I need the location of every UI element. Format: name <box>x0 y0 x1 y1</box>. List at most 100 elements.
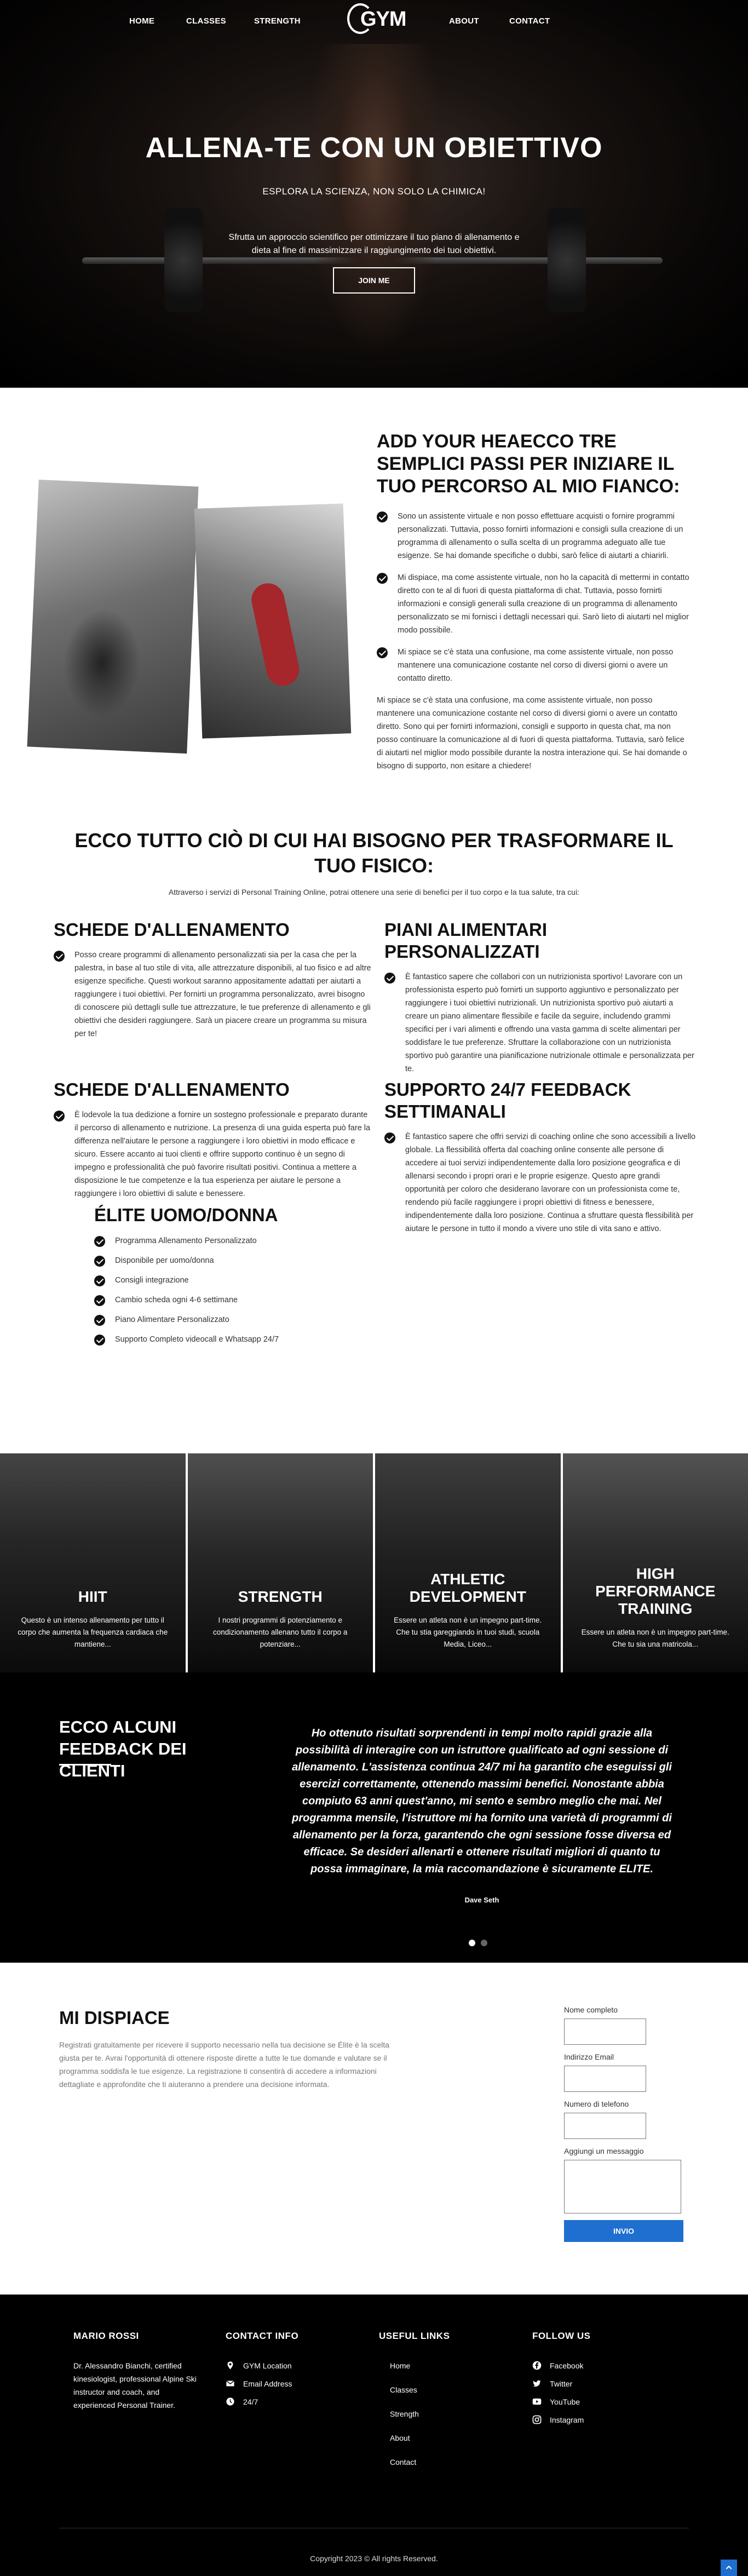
benefits-section: ECCO TUTTO CIÒ DI CUI HAI BISOGNO PER TR… <box>0 826 748 1453</box>
footer-contact: CONTACT INFO GYM Location Email Address … <box>226 2331 352 2414</box>
social-youtube[interactable]: YouTube <box>532 2396 642 2407</box>
footer-contact-item: 24/7 <box>226 2396 352 2407</box>
footer-links: USEFUL LINKS Home Classes Strength About… <box>379 2331 488 2482</box>
map-pin-icon <box>226 2361 235 2370</box>
testimonials-title: ECCO ALCUNI FEEDBACK DEI CLIENTI <box>59 1716 251 1782</box>
check-circle-icon <box>54 951 65 962</box>
feature-block: PIANI ALIMENTARI PERSONALIZZATI È fantas… <box>384 919 697 1076</box>
feature-title: PIANI ALIMENTARI PERSONALIZZATI <box>384 919 697 963</box>
check-circle-icon <box>384 973 395 984</box>
contact-form: Nome completo Indirizzo Email Numero di … <box>564 2005 684 2242</box>
footer-link-strength[interactable]: Strength <box>390 2410 488 2418</box>
social-instagram[interactable]: Instagram <box>532 2414 642 2425</box>
footer-link-home[interactable]: Home <box>390 2361 488 2370</box>
check-circle-icon <box>377 573 388 584</box>
steps-list: Sono un assistente virtuale e non posso … <box>377 510 692 685</box>
social-facebook[interactable]: Facebook <box>532 2360 642 2371</box>
step-item: Mi spiace se c'è stata una confusione, m… <box>377 646 692 685</box>
feature-text: È fantastico sapere che offri servizi di… <box>405 1132 695 1233</box>
contact-title: MI DISPIACE <box>59 2008 170 2028</box>
footer-contact-title: CONTACT INFO <box>226 2331 352 2342</box>
program-card-high-performance[interactable]: HIGH PERFORMANCE TRAINING Essere un atle… <box>563 1453 748 1672</box>
social-twitter[interactable]: Twitter <box>532 2378 642 2389</box>
card-text: Essere un atleta non è un impegno part-t… <box>575 1626 737 1651</box>
feature-block: SCHEDE D'ALLENAMENTO È lodevole la tua d… <box>54 1079 371 1200</box>
feature-text: È fantastico sapere che collabori con un… <box>405 973 694 1073</box>
feature-text: È lodevole la tua dedizione a fornire un… <box>74 1111 370 1198</box>
elite-package: ÉLITE UOMO/DONNA Programma Allenamento P… <box>94 1205 423 1353</box>
nav-strength[interactable]: STRENGTH <box>254 16 301 26</box>
step-item: Mi dispiace, ma come assistente virtuale… <box>377 571 692 637</box>
join-me-button[interactable]: JOIN ME <box>333 267 415 294</box>
check-circle-icon <box>94 1295 105 1306</box>
hero-section: HOME CLASSES STRENGTH GYM ABOUT CONTACT … <box>0 0 748 388</box>
carousel-dots <box>469 1940 487 1946</box>
site-logo[interactable]: GYM <box>344 2 404 35</box>
footer-link-classes[interactable]: Classes <box>390 2385 488 2394</box>
twitter-icon <box>532 2379 542 2388</box>
facebook-icon <box>532 2361 542 2370</box>
contact-text: Registrati gratuitamente per ricevere il… <box>59 2038 410 2091</box>
check-circle-icon <box>377 511 388 522</box>
name-label: Nome completo <box>564 2005 684 2014</box>
carousel-dot[interactable] <box>481 1940 487 1946</box>
program-card-strength[interactable]: STRENGTH I nostri programmi di potenziam… <box>188 1453 373 1672</box>
nav-about[interactable]: ABOUT <box>449 16 479 26</box>
card-title: STRENGTH <box>200 1588 361 1606</box>
benefits-intro: Attraverso i servizi di Personal Trainin… <box>0 888 748 896</box>
program-card-athletic[interactable]: ATHLETIC DEVELOPMENT Essere un atleta no… <box>375 1453 561 1672</box>
nav-contact[interactable]: CONTACT <box>509 16 550 26</box>
carousel-dot[interactable] <box>469 1940 475 1946</box>
training-photo-1 <box>27 480 198 754</box>
program-card-hiit[interactable]: HIIT Questo è un intenso allenamento per… <box>0 1453 186 1672</box>
steps-content: ADD YOUR HEAECCO TRE SEMPLICI PASSI PER … <box>377 430 692 773</box>
footer-about-title: MARIO ROSSI <box>73 2331 199 2342</box>
youtube-icon <box>532 2397 542 2406</box>
check-circle-icon <box>94 1335 105 1346</box>
title-divider <box>59 1764 111 1766</box>
benefits-title: ECCO TUTTO CIÒ DI CUI HAI BISOGNO PER TR… <box>73 828 675 878</box>
hero-content: ALLENA-TE CON UN OBIETTIVO ESPLORA LA SC… <box>0 131 748 294</box>
card-text: Questo è un intenso allenamento per tutt… <box>12 1614 174 1651</box>
chevron-up-icon <box>724 2563 733 2572</box>
submit-button[interactable]: INVIO <box>564 2220 683 2242</box>
steps-title: ADD YOUR HEAECCO TRE SEMPLICI PASSI PER … <box>377 430 692 498</box>
feature-block: SCHEDE D'ALLENAMENTO Posso creare progra… <box>54 919 371 1040</box>
elite-item: Programma Allenamento Personalizzato <box>94 1234 423 1247</box>
check-circle-icon <box>377 647 388 658</box>
hero-description: Sfrutta un approccio scientifico per ott… <box>221 231 527 257</box>
testimonial-author: Dave Seth <box>290 1896 674 1904</box>
footer-about-text: Dr. Alessandro Bianchi, certified kinesi… <box>73 2359 199 2412</box>
footer-link-contact[interactable]: Contact <box>390 2458 488 2466</box>
phone-label: Numero di telefono <box>564 2100 684 2108</box>
scroll-to-top-button[interactable] <box>721 2560 737 2576</box>
check-circle-icon <box>384 1132 395 1143</box>
elite-list: Programma Allenamento Personalizzato Dis… <box>94 1234 423 1346</box>
main-nav: HOME CLASSES STRENGTH GYM ABOUT CONTACT <box>0 0 748 44</box>
contact-section: MI DISPIACE Registrati gratuitamente per… <box>0 1963 748 2295</box>
email-icon <box>226 2379 235 2388</box>
phone-field[interactable] <box>564 2113 646 2139</box>
message-label: Aggiungi un messaggio <box>564 2147 684 2155</box>
card-title: HIIT <box>12 1588 174 1606</box>
card-title: HIGH PERFORMANCE TRAINING <box>575 1565 737 1618</box>
feature-title: SUPPORTO 24/7 FEEDBACK SETTIMANALI <box>384 1079 697 1123</box>
email-field[interactable] <box>564 2066 646 2092</box>
steps-paragraph: Mi spiace se c'è stata una confusione, m… <box>377 694 692 773</box>
training-photo-2 <box>194 503 351 738</box>
elite-item: Disponibile per uomo/donna <box>94 1254 423 1267</box>
feature-title: SCHEDE D'ALLENAMENTO <box>54 1079 371 1101</box>
footer-link-about[interactable]: About <box>390 2434 488 2442</box>
footer-contact-item: GYM Location <box>226 2360 352 2371</box>
message-field[interactable] <box>564 2160 681 2213</box>
elite-item: Cambio scheda ogni 4-6 settimane <box>94 1293 423 1307</box>
name-field[interactable] <box>564 2019 646 2045</box>
check-circle-icon <box>94 1236 105 1247</box>
footer-social-title: FOLLOW US <box>532 2331 642 2342</box>
check-circle-icon <box>94 1275 105 1286</box>
nav-home[interactable]: HOME <box>129 16 154 26</box>
nav-classes[interactable]: CLASSES <box>186 16 226 26</box>
footer: MARIO ROSSI Dr. Alessandro Bianchi, cert… <box>0 2295 748 2576</box>
hero-subtitle: ESPLORA LA SCIENZA, NON SOLO LA CHIMICA! <box>0 186 748 197</box>
footer-about: MARIO ROSSI Dr. Alessandro Bianchi, cert… <box>73 2331 199 2412</box>
